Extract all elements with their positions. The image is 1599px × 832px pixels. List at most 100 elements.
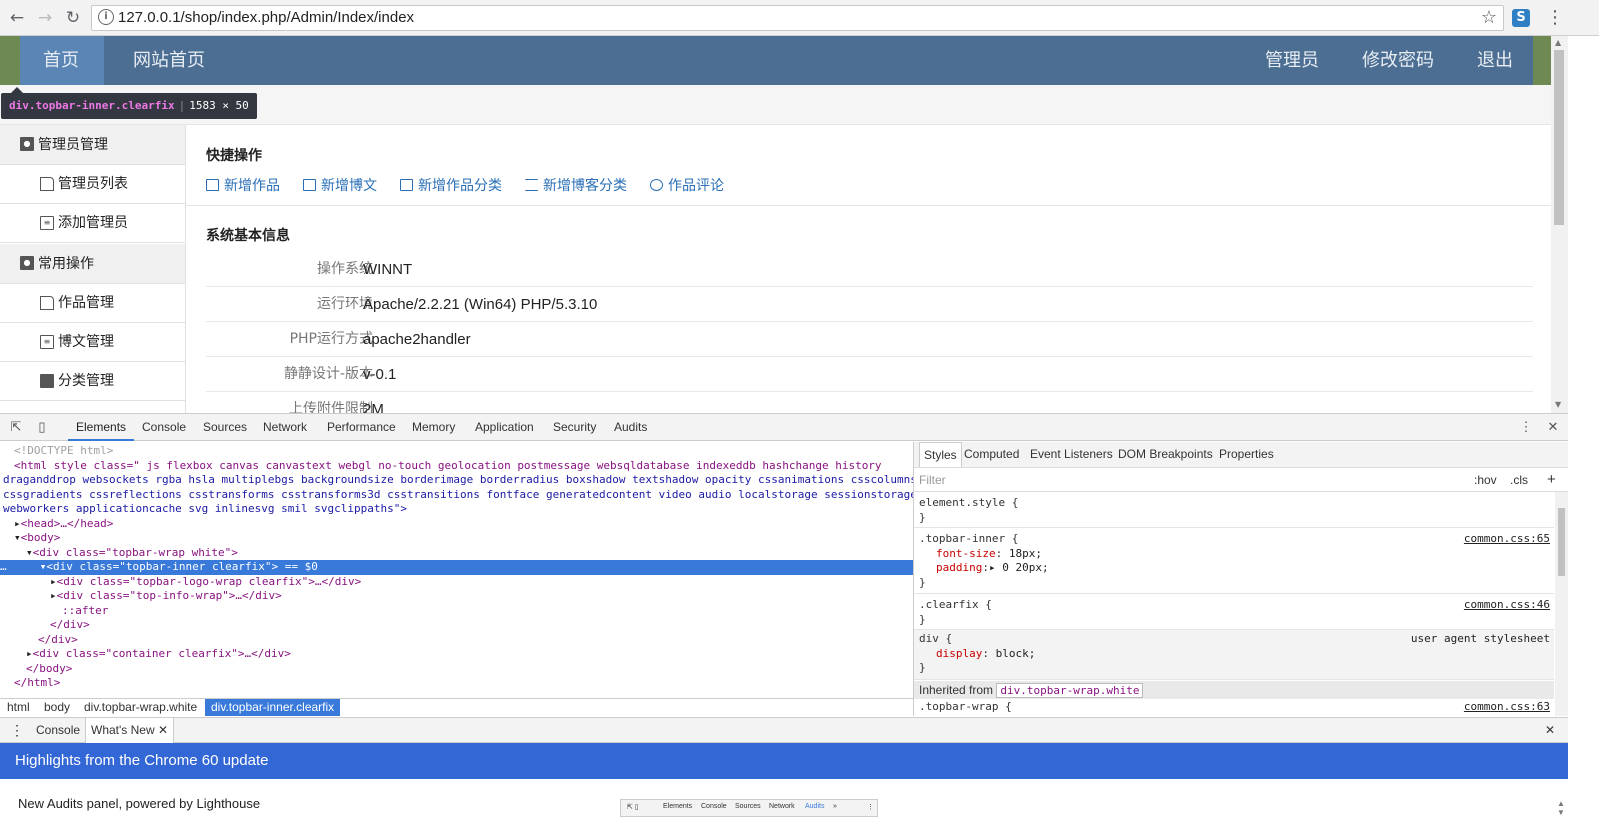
crumb-topbar-inner[interactable]: div.topbar-inner.clearfix xyxy=(205,699,341,716)
dom-line-head[interactable]: ▸<head>…</head> xyxy=(14,517,113,532)
mini-tab: Sources xyxy=(735,803,761,810)
rule-topbar-inner[interactable]: .topbar-inner { common.css:65 font-size:… xyxy=(914,530,1554,594)
page-scrollbar[interactable]: ▲ ▼ xyxy=(1551,36,1568,413)
crumb-html[interactable]: html xyxy=(1,699,36,716)
quick-link-work-comments[interactable]: 作品评论 xyxy=(650,177,724,195)
tab-properties[interactable]: Properties xyxy=(1219,442,1274,467)
dom-line-body[interactable]: ▾<body> xyxy=(14,531,60,546)
scroll-down-icon[interactable]: ▼ xyxy=(1555,400,1561,409)
inspect-element-icon[interactable]: ⇱ xyxy=(8,419,24,435)
dom-line[interactable]: draganddrop websockets rgba hsla multipl… xyxy=(3,473,913,488)
device-toolbar-icon[interactable]: ▯ xyxy=(34,419,50,435)
drawer-tab-console[interactable]: Console xyxy=(36,718,80,743)
expand-arrow-icon[interactable]: ▸ xyxy=(989,561,996,574)
close-devtools-icon[interactable]: ✕ xyxy=(1545,419,1561,435)
dom-line[interactable]: cssgradients cssreflections csstransform… xyxy=(3,488,913,503)
collapse-arrow-icon[interactable]: ▾ xyxy=(26,546,33,559)
rule-topbar-wrap[interactable]: .topbar-wrap { common.css:63 xyxy=(914,699,1554,716)
drawer-tab-whats-new[interactable]: What's New ✕ xyxy=(85,718,175,743)
sidebar-item-posts[interactable]: ≡ 博文管理 xyxy=(0,323,185,362)
rule-clearfix[interactable]: .clearfix { common.css:46 } xyxy=(914,596,1554,630)
bookmark-star-icon[interactable]: ☆ xyxy=(1481,7,1497,28)
reload-icon[interactable]: ↻ xyxy=(62,7,84,29)
drawer-menu-icon[interactable]: ⋮ xyxy=(10,718,24,743)
drawer-scroll-icon[interactable]: ▲ ▼ xyxy=(1557,799,1565,817)
dom-line[interactable]: ::after xyxy=(62,604,108,619)
tab-network[interactable]: Network xyxy=(263,414,307,441)
rule-declaration[interactable]: font-size: 18px; xyxy=(936,547,1042,562)
dom-line-dots[interactable]: … xyxy=(0,560,7,573)
tab-memory[interactable]: Memory xyxy=(412,414,455,441)
nav-logout[interactable]: 退出 xyxy=(1477,36,1513,85)
tab-computed[interactable]: Computed xyxy=(964,442,1019,467)
tab-security[interactable]: Security xyxy=(553,414,596,441)
expand-arrow-icon[interactable]: ▸ xyxy=(14,517,21,530)
scroll-up-icon[interactable]: ▲ xyxy=(1555,38,1561,47)
crumb-body[interactable]: body xyxy=(38,699,76,716)
dom-line[interactable]: ▸<div class="top-info-wrap">…</div> xyxy=(50,589,282,604)
tab-application[interactable]: Application xyxy=(475,414,534,441)
dom-line[interactable]: webworkers applicationcache svg inlinesv… xyxy=(3,502,407,517)
tab-console[interactable]: Console xyxy=(142,414,186,441)
tab-sources[interactable]: Sources xyxy=(203,414,247,441)
quick-link-new-post[interactable]: 新增博文 xyxy=(303,177,377,195)
styles-filter-input[interactable]: Filter xyxy=(919,468,946,492)
tab-dom-breakpoints[interactable]: DOM Breakpoints xyxy=(1118,442,1213,467)
quick-link-new-work[interactable]: 新增作品 xyxy=(206,177,280,195)
scrollbar-thumb[interactable] xyxy=(1558,508,1565,576)
scrollbar-thumb[interactable] xyxy=(1554,50,1564,225)
extension-icon[interactable]: S xyxy=(1512,9,1530,27)
hov-toggle[interactable]: :hov xyxy=(1474,468,1497,492)
tab-styles[interactable]: Styles xyxy=(919,442,962,467)
close-drawer-icon[interactable]: ✕ xyxy=(1545,718,1555,743)
tab-event-listeners[interactable]: Event Listeners xyxy=(1030,442,1113,467)
nav-change-password[interactable]: 修改密码 xyxy=(1362,36,1434,85)
sidebar-group-common[interactable]: ● 常用操作 xyxy=(0,244,185,284)
sidebar-item-works[interactable]: 作品管理 xyxy=(0,284,185,323)
styles-scrollbar[interactable] xyxy=(1555,492,1568,716)
dom-line[interactable]: <html style class=" js flexbox canvas ca… xyxy=(14,459,882,474)
rule-source-link[interactable]: common.css:65 xyxy=(1464,532,1550,547)
rule-declaration[interactable]: padding:▸ 0 20px; xyxy=(936,561,1049,576)
sidebar-item-add-admin[interactable]: ≡ 添加管理员 xyxy=(0,204,185,243)
rule-source-link[interactable]: common.css:63 xyxy=(1464,700,1550,715)
devtools-menu-icon[interactable]: ⋮ xyxy=(1518,419,1534,435)
rule-div-ua[interactable]: div { user agent stylesheet display: blo… xyxy=(914,630,1554,680)
nav-site-home[interactable]: 网站首页 xyxy=(133,36,205,85)
address-bar[interactable]: i 127.0.0.1/shop/index.php/Admin/Index/i… xyxy=(91,5,1504,31)
sidebar-item-categories[interactable]: 分类管理 xyxy=(0,362,185,401)
add-rule-icon[interactable]: + xyxy=(1547,468,1556,492)
dom-line-selected[interactable]: … ▾<div class="topbar-inner clearfix"> =… xyxy=(0,560,913,575)
close-tab-icon[interactable]: ✕ xyxy=(158,723,168,737)
sidebar-group-admin[interactable]: ● 管理员管理 xyxy=(0,125,185,165)
nav-admin[interactable]: 管理员 xyxy=(1265,36,1319,85)
dom-line-topbar-wrap[interactable]: ▾<div class="topbar-wrap white"> xyxy=(26,546,238,561)
rule-source-link[interactable]: common.css:46 xyxy=(1464,598,1550,613)
tab-performance[interactable]: Performance xyxy=(327,414,396,441)
quick-link-new-work-category[interactable]: 新增作品分类 xyxy=(400,177,502,195)
dom-line[interactable]: </div> xyxy=(38,633,78,648)
browser-menu-icon[interactable]: ⋮ xyxy=(1546,8,1564,28)
rule-element-style[interactable]: element.style { } xyxy=(914,494,1554,528)
cls-toggle[interactable]: .cls xyxy=(1510,468,1528,492)
expand-arrow-icon[interactable]: ▸ xyxy=(50,589,57,602)
back-icon[interactable]: ← xyxy=(6,7,28,29)
inherited-source[interactable]: div.topbar-wrap.white xyxy=(996,683,1144,698)
dom-line[interactable]: </body> xyxy=(26,662,72,677)
forward-icon[interactable]: → xyxy=(34,7,56,29)
dom-line[interactable]: <!DOCTYPE html> xyxy=(14,444,113,459)
tab-audits[interactable]: Audits xyxy=(614,414,647,441)
nav-home[interactable]: 首页 xyxy=(43,36,79,85)
dom-line[interactable]: ▸<div class="topbar-logo-wrap clearfix">… xyxy=(50,575,361,590)
dom-line[interactable]: </div> xyxy=(50,618,90,633)
collapse-arrow-icon[interactable]: ▾ xyxy=(14,531,21,544)
expand-arrow-icon[interactable]: ▸ xyxy=(50,575,57,588)
quick-link-new-blog-category[interactable]: 新增博客分类 xyxy=(525,177,627,195)
crumb-topbar-wrap[interactable]: div.topbar-wrap.white xyxy=(78,699,203,716)
dom-line[interactable]: </html> xyxy=(14,676,60,691)
tab-elements[interactable]: Elements xyxy=(68,414,135,441)
dom-line[interactable]: ▸<div class="container clearfix">…</div> xyxy=(26,647,291,662)
expand-arrow-icon[interactable]: ▸ xyxy=(26,647,33,660)
info-icon[interactable]: i xyxy=(98,9,114,25)
sidebar-item-admin-list[interactable]: 管理员列表 xyxy=(0,165,185,204)
